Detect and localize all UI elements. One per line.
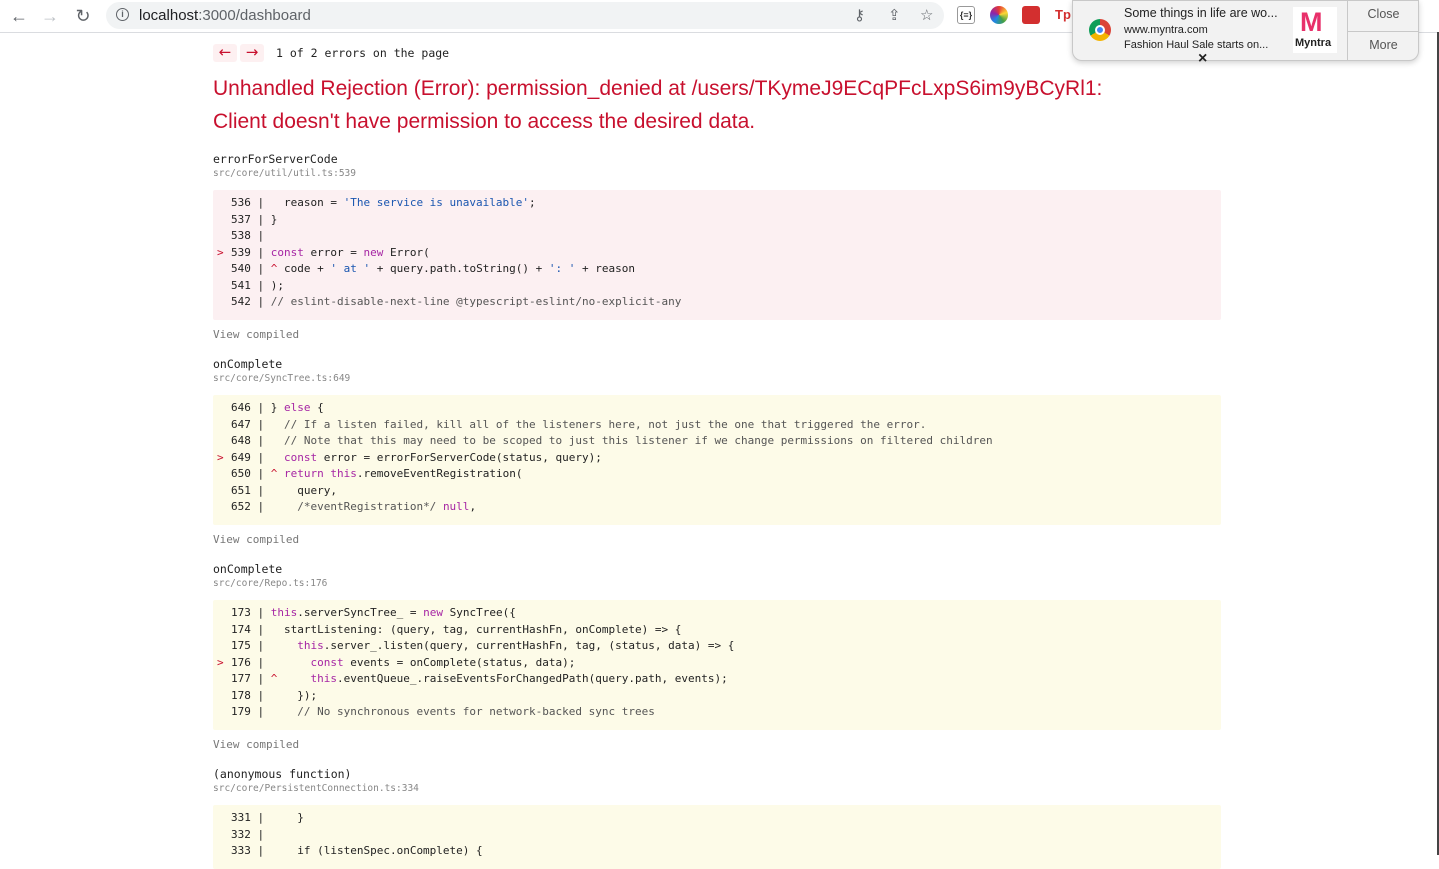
frame-function-name: errorForServerCode (213, 152, 338, 166)
code-line: 541 | ); (231, 278, 284, 292)
frame-file-path[interactable]: src/core/Repo.ts:176 (213, 578, 327, 589)
key-icon[interactable]: ⚷ (854, 6, 865, 24)
color-picker-extension-icon[interactable] (990, 6, 1008, 24)
code-line: 179 | // No synchronous events for netwo… (231, 705, 655, 718)
notification-close-button[interactable]: Close (1348, 1, 1419, 30)
tp-extension-icon[interactable]: Tp (1054, 6, 1072, 24)
notification-more-button[interactable]: More (1348, 31, 1419, 61)
error-count: 1 of 2 errors on the page (276, 46, 450, 60)
code-line: >176 | const events = onComplete(status,… (217, 655, 576, 669)
frame-file-path[interactable]: src/core/SyncTree.ts:649 (213, 373, 350, 384)
code-line: 651 | query, (231, 483, 337, 497)
view-compiled-link[interactable]: View compiled (213, 738, 299, 751)
frame-function-name: onComplete (213, 357, 283, 371)
code-line: 536 | reason = 'The service is unavailab… (231, 196, 536, 209)
code-line: 538 | (231, 229, 271, 242)
frame-function-name: onComplete (213, 562, 283, 576)
code-line: 174 | startListening: (query, tag, curre… (231, 622, 682, 636)
myntra-logo: M Myntra (1293, 7, 1337, 53)
code-line: 178 | }); (231, 688, 318, 702)
error-title-line-2: Client doesn't have permission to access… (213, 110, 756, 133)
myntra-logo-label: Myntra (1295, 37, 1332, 49)
code-line: 646 | } else { (231, 401, 324, 414)
code-snippet: 173 | this.serverSyncTree_ = new SyncTre… (213, 600, 1221, 730)
site-info-icon[interactable]: i (116, 8, 129, 21)
notification-body: Fashion Haul Sale starts on... (1124, 39, 1269, 51)
view-compiled-link[interactable]: View compiled (213, 328, 299, 341)
share-icon[interactable]: ⇪ (888, 6, 901, 24)
code-line: 331 | } (231, 811, 304, 824)
reload-icon[interactable]: ↻ (73, 6, 93, 26)
code-line: 537 | } (231, 212, 278, 226)
view-compiled-link[interactable]: View compiled (213, 533, 299, 546)
json-extension-icon[interactable]: {≡} (957, 6, 975, 24)
code-line: 177 | ^ this.eventQueue_.raiseEventsForC… (231, 672, 728, 685)
prev-error-button[interactable]: ← (213, 44, 237, 62)
url-text[interactable]: localhost:3000/dashboard (139, 7, 311, 24)
chrome-logo-icon (1089, 19, 1111, 41)
notification-actions: Close More (1347, 1, 1419, 60)
code-line: 650 | ^ return this.removeEventRegistrat… (231, 467, 523, 480)
code-line: 647 | // If a listen failed, kill all of… (231, 417, 927, 431)
error-title: Unhandled Rejection (Error): permission_… (213, 72, 1221, 138)
myntra-logo-mark: M (1300, 7, 1323, 37)
code-line: >649 | const error = errorForServerCode(… (217, 450, 602, 464)
bookmark-star-icon[interactable]: ☆ (920, 6, 933, 24)
code-snippet: 331 | } 332 | 333 | if (listenSpec.onComp… (213, 805, 1221, 869)
error-title-line-1: Unhandled Rejection (Error): permission_… (213, 77, 1103, 100)
code-snippet: 536 | reason = 'The service is unavailab… (213, 190, 1221, 320)
next-error-button[interactable]: → (240, 44, 264, 62)
code-line: 175 | this.server_.listen(query, current… (231, 639, 735, 652)
back-arrow-icon[interactable]: ← (9, 6, 29, 26)
overlay-close-icon[interactable]: × (1198, 50, 1207, 68)
code-snippet: 646 | } else { 647 | // If a listen faile… (213, 395, 1221, 525)
notification-site: www.myntra.com (1124, 24, 1208, 36)
frame-file-path[interactable]: src/core/util/util.ts:539 (213, 168, 356, 179)
code-line: 652 | /*eventRegistration*/ null, (231, 500, 477, 513)
game-extension-icon[interactable] (1022, 6, 1040, 24)
notification-title: Some things in life are wo... (1124, 6, 1278, 20)
code-line: 648 | // Note that this may need to be s… (231, 434, 993, 447)
forward-arrow-icon[interactable]: → (40, 6, 60, 26)
code-line: 333 | if (listenSpec.onComplete) { (231, 844, 483, 857)
code-line: >539 | const error = new Error( (217, 245, 430, 259)
code-line: 332 | (231, 827, 271, 841)
code-line: 542 | // eslint-disable-next-line @types… (231, 295, 682, 308)
frame-file-path[interactable]: src/core/PersistentConnection.ts:334 (213, 783, 419, 794)
chrome-notification[interactable]: Some things in life are wo... www.myntra… (1072, 0, 1419, 61)
address-bar[interactable]: i localhost:3000/dashboard ⚷ ⇪ ☆ (106, 2, 944, 29)
code-line: 540 | ^ code + ' at ' + query.path.toStr… (231, 262, 636, 275)
code-line: 173 | this.serverSyncTree_ = new SyncTre… (231, 606, 516, 619)
frame-function-name: (anonymous function) (213, 767, 352, 781)
